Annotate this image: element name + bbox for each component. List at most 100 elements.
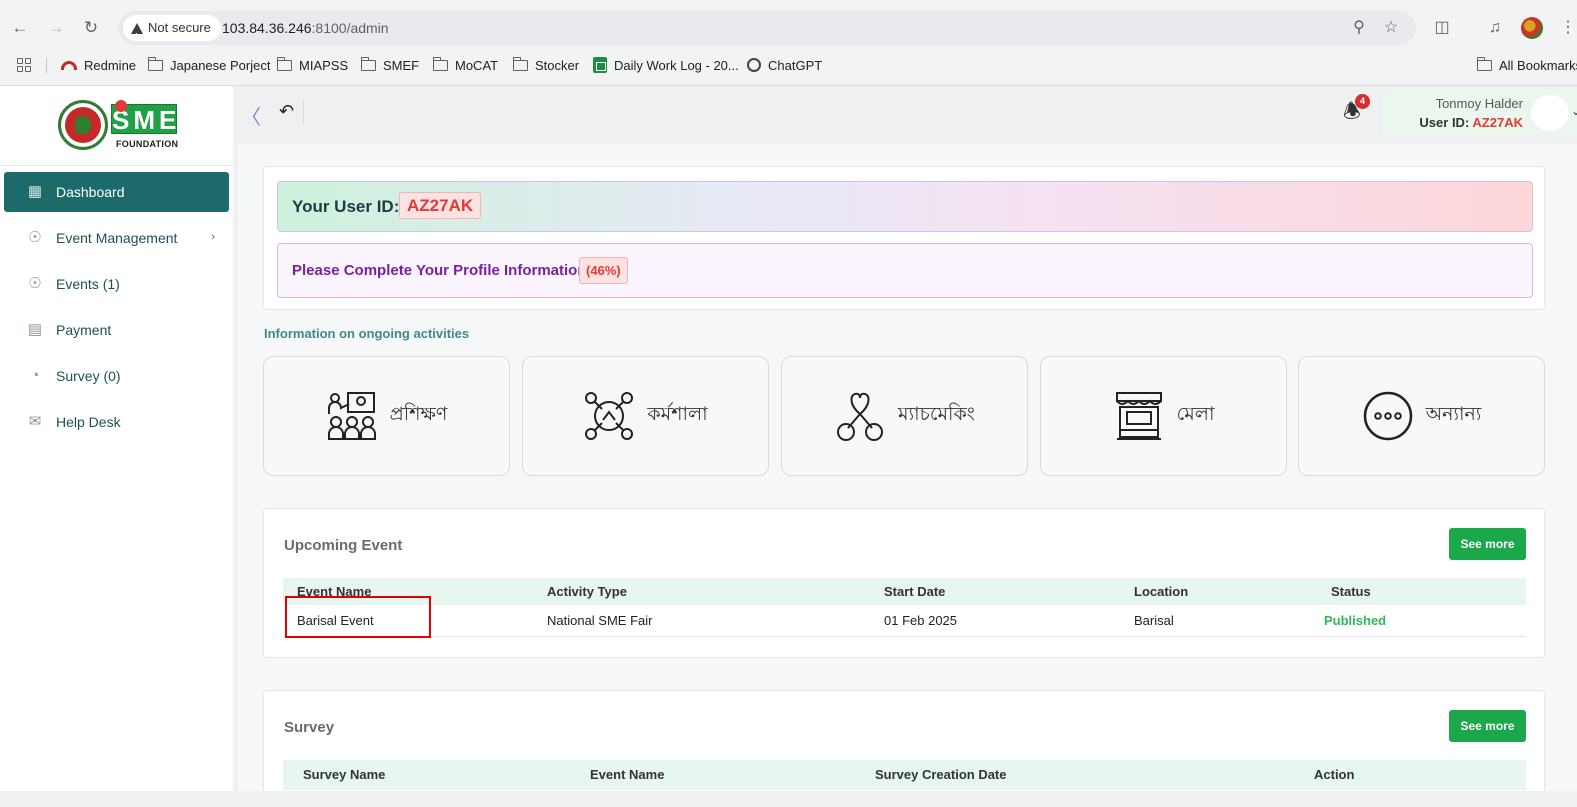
main-content: Your User ID: AZ27AK Please Complete You… <box>238 144 1577 791</box>
activity-card-others[interactable]: অন্যান্য <box>1298 356 1545 476</box>
table-header: Survey Name Event Name Survey Creation D… <box>283 760 1526 790</box>
cell-location: Barisal <box>1134 613 1174 628</box>
logo-red-dot <box>115 100 127 112</box>
column-header[interactable]: Action <box>1314 760 1354 790</box>
column-header[interactable]: Event Name <box>590 760 664 790</box>
activity-card-workshop[interactable]: কর্মশালা <box>522 356 769 476</box>
bookmark-all-bookmarks[interactable]: All Bookmarks <box>1476 52 1577 78</box>
sidebar-item-label: Payment <box>56 322 112 338</box>
survey-title: Survey <box>284 719 335 736</box>
sidebar: SME FOUNDATION ▦ Dashboard ☉ Event Manag… <box>0 86 233 791</box>
column-header[interactable]: Activity Type <box>547 578 627 605</box>
bookmark-redmine[interactable]: Redmine <box>61 52 136 78</box>
notification-count-badge: 4 <box>1355 94 1370 109</box>
redmine-icon <box>61 60 77 70</box>
activity-card-training[interactable]: প্রশিক্ষণ <box>263 356 510 476</box>
forward-arrow-icon[interactable]: → <box>45 17 67 39</box>
media-control-icon[interactable]: ♫ <box>1484 17 1506 39</box>
training-icon <box>327 392 376 440</box>
user-id-badge: AZ27AK <box>399 192 482 219</box>
profile-completion-percent: (46%) <box>579 257 628 284</box>
browser-menu-icon[interactable]: ⋮ <box>1557 17 1577 39</box>
address-bar[interactable]: Not secure 103.84.36.246:8100/admin ⚲ ☆ <box>118 11 1416 50</box>
annotation-highlight-box <box>285 596 431 638</box>
url-text[interactable]: 103.84.36.246:8100/admin <box>222 11 389 45</box>
sidebar-item-help-desk[interactable]: ✉ Help Desk <box>4 402 229 442</box>
folder-icon <box>432 56 448 71</box>
logo-area[interactable]: SME FOUNDATION <box>0 86 233 166</box>
app-root: SME FOUNDATION ▦ Dashboard ☉ Event Manag… <box>0 86 1577 807</box>
bookmark-mocat[interactable]: MoCAT <box>432 52 498 78</box>
user-id-line: User ID: AZ27AK <box>1419 115 1523 130</box>
column-header[interactable]: Survey Creation Date <box>875 760 1007 790</box>
browser-profile-avatar[interactable] <box>1521 17 1543 39</box>
sheets-icon <box>593 57 607 73</box>
sidebar-item-event-management[interactable]: ☉ Event Management › <box>4 218 229 258</box>
bookmark-miapss[interactable]: MIAPSS <box>276 52 348 78</box>
user-name: Tonmoy Halder <box>1435 96 1523 111</box>
user-id-card: Your User ID: AZ27AK Please Complete You… <box>263 166 1545 310</box>
activity-label: প্রশিক্ষণ <box>389 403 448 425</box>
cell-status: Published <box>1324 613 1387 628</box>
sidebar-item-label: Dashboard <box>56 184 125 200</box>
pie-chart-icon: ◔ <box>30 367 40 384</box>
activity-label: মেলা <box>1176 403 1215 425</box>
star-bookmark-icon[interactable]: ☆ <box>1382 19 1400 37</box>
bookmark-japanese-porject[interactable]: Japanese Porject <box>147 52 270 78</box>
zoom-icon[interactable]: ⚲ <box>1350 19 1368 37</box>
reload-icon[interactable]: ↻ <box>80 17 102 39</box>
avatar[interactable] <box>1531 95 1569 131</box>
column-header[interactable]: Survey Name <box>303 760 385 790</box>
payment-icon: ▤ <box>27 321 43 338</box>
survey-panel: Survey See more Survey Name Event Name S… <box>263 690 1545 791</box>
sidebar-item-survey[interactable]: ◔ Survey (0) <box>4 356 229 396</box>
matchmaking-icon <box>837 392 884 441</box>
column-header[interactable]: Start Date <box>884 578 945 605</box>
apps-grid-icon[interactable] <box>17 52 31 78</box>
bookmarks-bar: Redmine Japanese Porject MIAPSS SMEF MoC… <box>0 52 1577 78</box>
more-icon <box>1363 391 1412 441</box>
cell-start-date: 01 Feb 2025 <box>884 613 958 628</box>
sidebar-item-dashboard[interactable]: ▦ Dashboard <box>4 172 229 212</box>
activity-card-fair[interactable]: মেলা <box>1040 356 1287 476</box>
folder-icon <box>512 56 528 71</box>
column-header[interactable]: Location <box>1134 578 1188 605</box>
security-label: Not secure <box>148 20 211 35</box>
column-header[interactable]: Status <box>1331 578 1371 605</box>
folder-icon <box>147 56 163 71</box>
table-row[interactable]: Barisal Event National SME Fair 01 Feb 2… <box>283 605 1526 637</box>
sidebar-item-events[interactable]: ☉ Events (1) <box>4 264 229 304</box>
user-menu[interactable]: Tonmoy Halder User ID: AZ27AK ⌄ <box>1381 90 1577 136</box>
folder-icon <box>1476 56 1492 71</box>
collapse-sidebar-icon[interactable]: 〈 <box>241 101 261 130</box>
folder-icon <box>360 56 376 71</box>
table-header: Event Name Activity Type Start Date Loca… <box>283 578 1526 605</box>
activity-label: অন্যান্য <box>1425 403 1482 425</box>
mail-icon: ✉ <box>28 413 42 430</box>
activity-label: ম্যাচমেকিং <box>898 403 975 425</box>
bookmark-daily-work-log[interactable]: Daily Work Log - 20... <box>593 52 739 78</box>
folder-icon <box>276 56 292 71</box>
bookmark-smef[interactable]: SMEF <box>360 52 419 78</box>
back-arrow-icon[interactable]: ← <box>9 17 31 39</box>
undo-back-icon[interactable]: ↶ <box>279 101 294 122</box>
upcoming-event-see-more-button[interactable]: See more <box>1449 528 1526 560</box>
profile-completion-message: Please Complete Your Profile Information <box>292 262 587 279</box>
security-indicator[interactable]: Not secure <box>123 15 221 50</box>
sidebar-item-label: Survey (0) <box>56 368 121 384</box>
survey-see-more-button[interactable]: See more <box>1449 710 1526 742</box>
government-seal-logo <box>58 100 108 150</box>
sidebar-item-payment[interactable]: ▤ Payment <box>4 310 229 350</box>
sidebar-item-label: Event Management <box>56 230 178 246</box>
chevron-down-icon[interactable]: ⌄ <box>1571 104 1577 118</box>
sme-foundation-logo: SME <box>111 100 177 135</box>
chatgpt-icon <box>747 58 761 72</box>
extensions-icon[interactable]: ◫ <box>1431 17 1453 39</box>
profile-completion-banner[interactable]: Please Complete Your Profile Information… <box>277 243 1533 298</box>
activity-card-matchmaking[interactable]: ম্যাচমেকিং <box>781 356 1028 476</box>
warning-icon <box>131 22 143 50</box>
dashboard-grid-icon: ▦ <box>27 183 43 200</box>
lock-icon: ☉ <box>28 275 42 292</box>
bookmark-stocker[interactable]: Stocker <box>512 52 579 78</box>
bookmark-chatgpt[interactable]: ChatGPT <box>747 52 822 78</box>
